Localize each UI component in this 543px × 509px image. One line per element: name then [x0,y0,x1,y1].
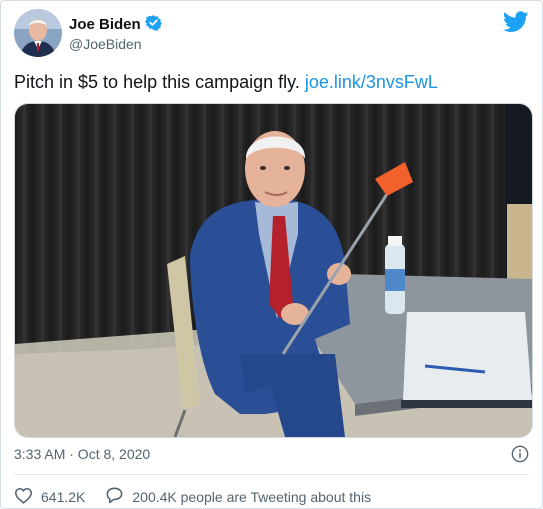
divider [14,474,529,475]
avatar[interactable] [14,9,62,57]
conversation-action[interactable]: 200.4K people are Tweeting about this [105,486,371,507]
author-name-row[interactable]: Joe Biden [69,14,162,35]
like-count: 641.2K [41,488,86,505]
conversation-text: 200.4K people are Tweeting about this [132,488,372,505]
tweet-photo[interactable] [14,103,533,438]
tweet-timestamp[interactable]: 3:33 AM · Oct 8, 2020 [14,446,150,462]
verified-icon [144,14,162,35]
tweet-link[interactable]: joe.link/3nvsFwL [305,72,438,92]
like-action[interactable]: 641.2K [14,487,85,507]
twitter-bird-icon[interactable] [502,11,529,38]
tweet-body: Pitch in $5 to help this campaign fly. [14,72,305,92]
author-handle[interactable]: @JoeBiden [69,36,142,52]
author-name[interactable]: Joe Biden [69,16,141,33]
tweet-actions: 641.2K 200.4K people are Tweeting about … [14,486,371,507]
heart-icon[interactable] [14,487,33,507]
tweet-card: Joe Biden @JoeBiden Pitch in $5 to help … [0,0,543,509]
tweet-text: Pitch in $5 to help this campaign fly. j… [14,72,438,93]
comment-icon[interactable] [105,486,124,507]
info-icon[interactable] [511,445,529,468]
